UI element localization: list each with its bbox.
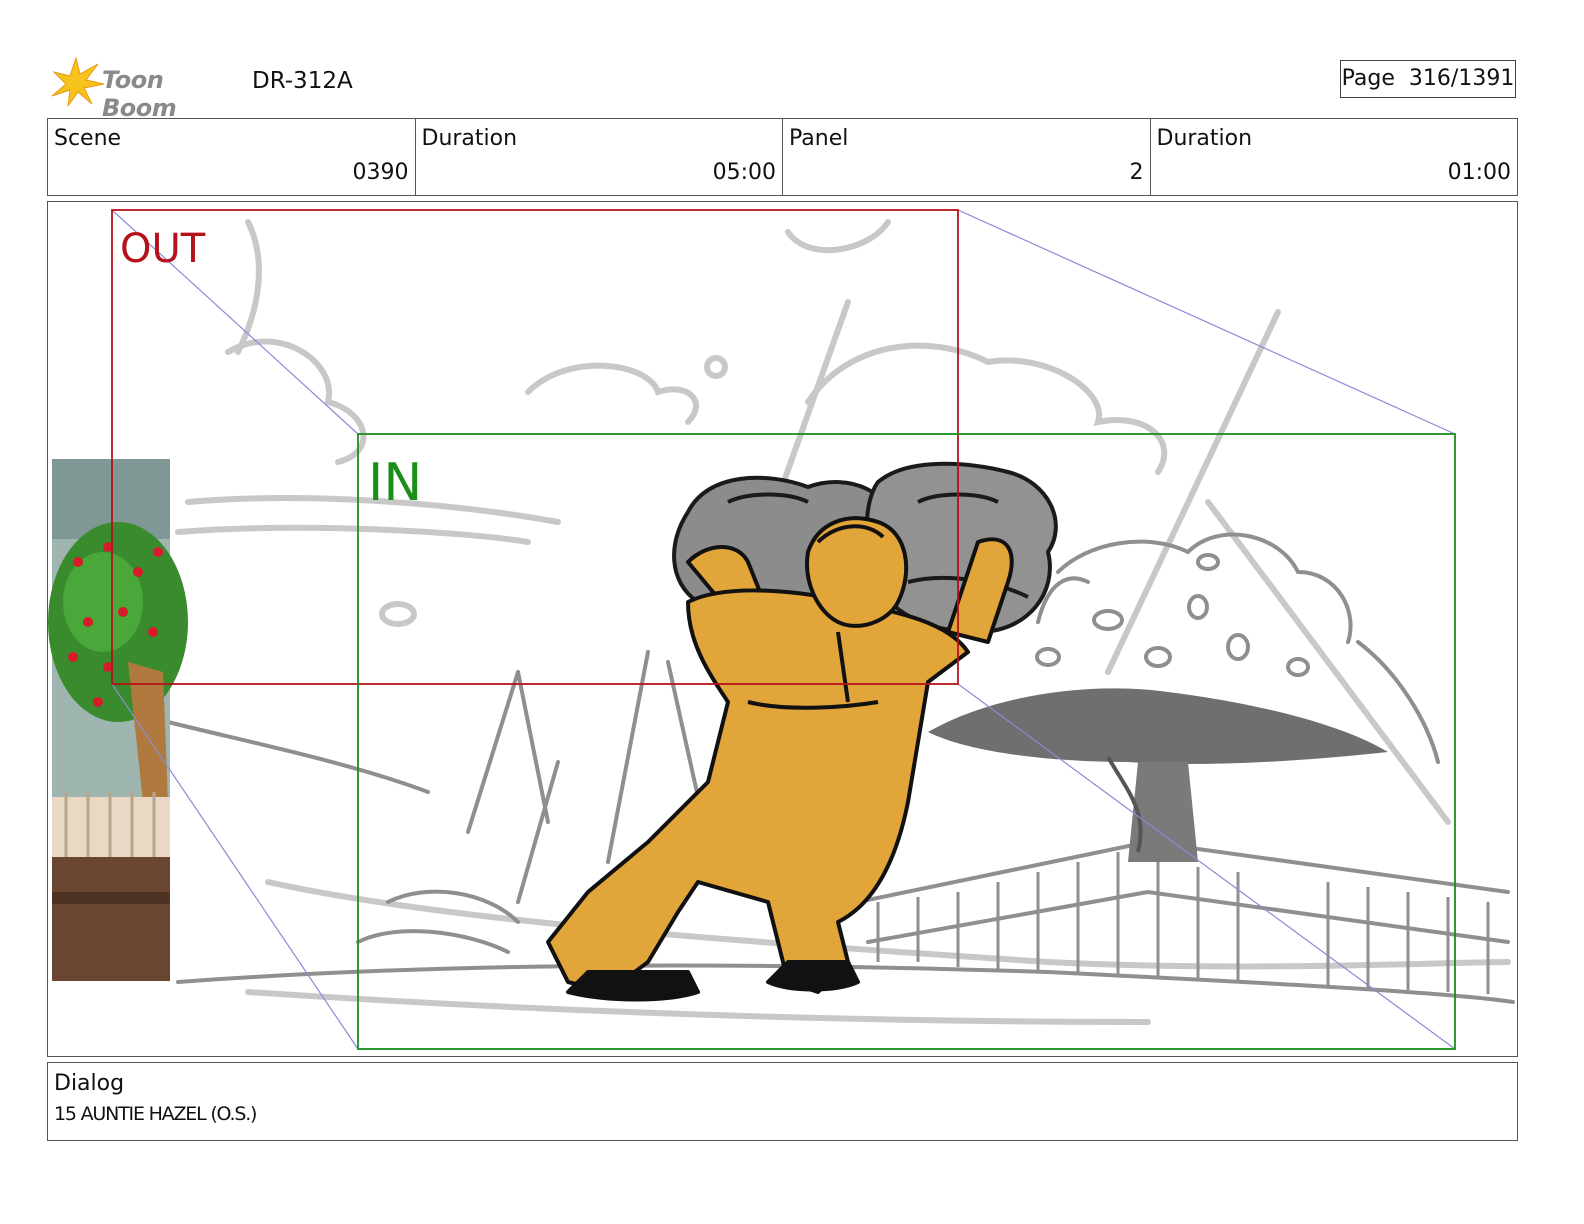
scene-cell: Scene 0390 bbox=[48, 119, 416, 195]
panel-duration-value: 01:00 bbox=[1447, 160, 1511, 185]
dialog-text: 15 AUNTIE HAZEL (O.S.) bbox=[54, 1103, 257, 1125]
page-indicator: Page 316/1391 bbox=[1340, 60, 1516, 98]
panel-duration-cell: Duration 01:00 bbox=[1151, 119, 1518, 195]
scene-info-bar: Scene 0390 Duration 05:00 Panel 2 Durati… bbox=[47, 118, 1518, 196]
panel-cell: Panel 2 bbox=[783, 119, 1151, 195]
out-frame-label: OUT bbox=[120, 226, 206, 272]
page-number: 316/1391 bbox=[1408, 66, 1515, 91]
in-frame-label: IN bbox=[368, 453, 422, 513]
page-label: Page bbox=[1341, 66, 1395, 91]
tree-sketch bbox=[928, 688, 1388, 862]
brand-name: Toon Boom bbox=[102, 66, 177, 122]
scene-label: Scene bbox=[54, 126, 122, 151]
starburst-icon bbox=[51, 56, 105, 107]
scene-duration-label: Duration bbox=[421, 126, 518, 151]
toon-boom-logo: Toon Boom bbox=[50, 56, 240, 122]
scene-value: 0390 bbox=[352, 160, 409, 185]
panel-duration-label: Duration bbox=[1156, 126, 1253, 151]
storyboard-drawing: OUT IN bbox=[48, 209, 1515, 1050]
panel-label: Panel bbox=[789, 126, 849, 151]
dialog-box: Dialog 15 AUNTIE HAZEL (O.S.) bbox=[47, 1062, 1518, 1141]
background-thumbnail bbox=[48, 459, 188, 981]
storyboard-panel: OUT IN bbox=[47, 201, 1518, 1057]
scene-duration-cell: Duration 05:00 bbox=[416, 119, 783, 195]
scene-duration-value: 05:00 bbox=[712, 160, 776, 185]
episode-code: DR-312A bbox=[252, 68, 353, 94]
dialog-label: Dialog bbox=[54, 1071, 125, 1096]
panel-value: 2 bbox=[1129, 160, 1144, 185]
